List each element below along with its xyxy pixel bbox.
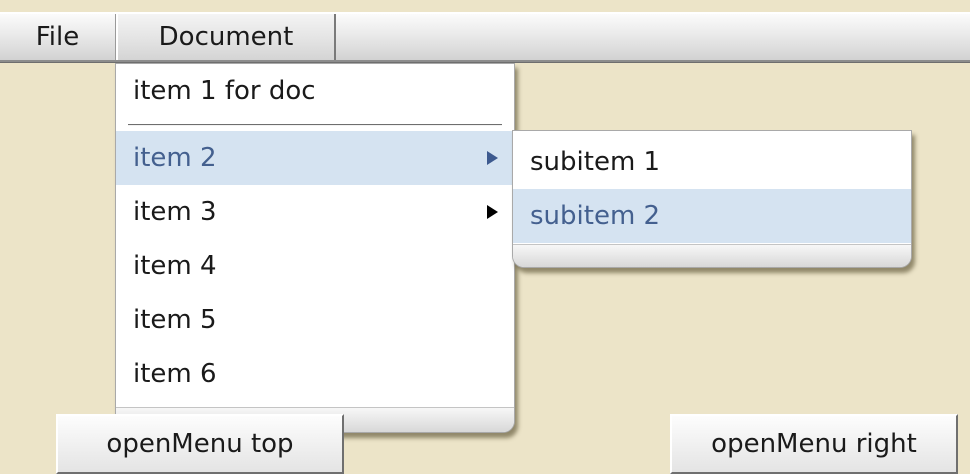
menu-document[interactable]: Document [116,14,336,60]
menu-bar: File Document [0,12,970,62]
menu-item-label: item 5 [133,305,217,335]
submenu-item-label: subitem 1 [530,147,661,177]
open-menu-right-button[interactable]: openMenu right [670,414,958,474]
submenu-footer [513,244,911,267]
menu-item-2[interactable]: item 2 [116,131,514,185]
menu-separator [128,124,502,126]
submenu-arrow-icon [487,205,498,219]
submenu-item-1[interactable]: subitem 1 [513,135,911,189]
menu-file[interactable]: File [0,14,116,60]
item-2-submenu: subitem 1 subitem 2 [512,130,912,268]
menu-item-label: item 1 for doc [133,76,316,106]
menu-item-label: item 4 [133,251,217,281]
menu-item-5[interactable]: item 5 [116,293,514,347]
menu-item-1[interactable]: item 1 for doc [116,64,514,118]
menu-item-label: item 3 [133,197,217,227]
menu-item-3[interactable]: item 3 [116,185,514,239]
submenu-item-label: subitem 2 [530,201,661,231]
menu-item-label: item 6 [133,359,217,389]
open-menu-top-button[interactable]: openMenu top [56,414,344,474]
menu-item-label: item 2 [133,143,217,173]
submenu-arrow-icon [487,151,498,165]
menu-item-6[interactable]: item 6 [116,347,514,401]
document-dropdown-menu: item 1 for doc item 2 item 3 item 4 item… [115,63,515,433]
submenu-item-2[interactable]: subitem 2 [513,189,911,243]
menu-item-4[interactable]: item 4 [116,239,514,293]
